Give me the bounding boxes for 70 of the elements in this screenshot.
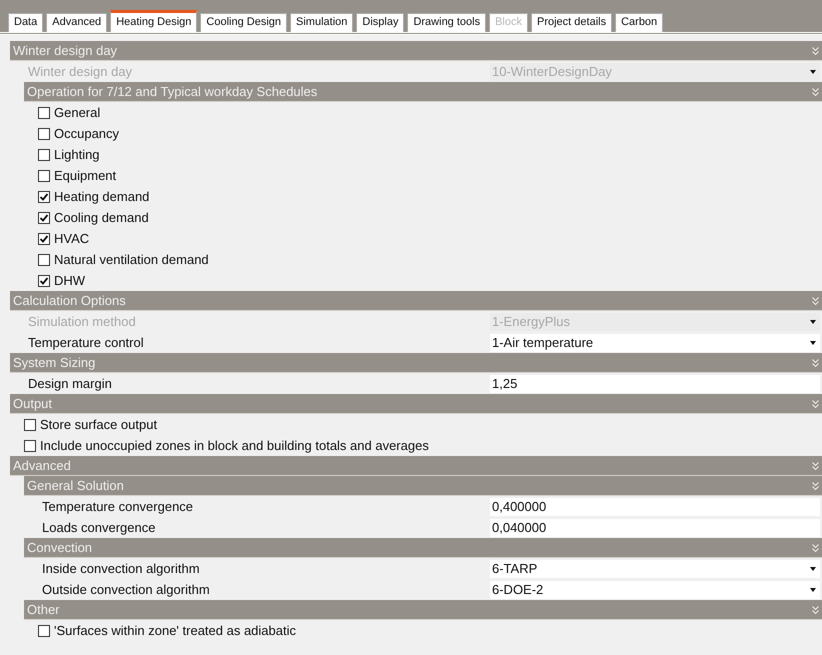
collapse-icon[interactable] — [812, 358, 819, 366]
tab[interactable]: Display — [356, 13, 404, 32]
tab[interactable]: Simulation — [290, 13, 354, 32]
collapse-icon[interactable] — [812, 88, 819, 96]
checkbox[interactable] — [38, 190, 50, 202]
checkbox[interactable] — [24, 418, 36, 430]
dropdown-field[interactable]: 1-Air temperature — [490, 334, 820, 352]
collapse-icon[interactable] — [812, 400, 819, 408]
dropdown-caret-icon[interactable] — [810, 320, 816, 324]
checkbox[interactable] — [38, 232, 50, 244]
tab[interactable]: Cooling Design — [200, 13, 288, 32]
input-field[interactable]: 0,400000 — [490, 498, 820, 516]
checkbox-option[interactable]: HVAC — [38, 228, 90, 248]
input-field[interactable]: 0,040000 — [490, 518, 820, 536]
checkbox[interactable] — [24, 440, 36, 452]
checkbox-option[interactable]: Equipment — [38, 166, 116, 186]
tab[interactable]: Project details — [531, 13, 612, 32]
section-title: Operation for 7/12 and Typical workday Schedules — [27, 83, 318, 101]
field-label: Temperature control — [28, 334, 145, 352]
field-label: Design margin — [28, 374, 113, 393]
collapse-icon[interactable] — [812, 46, 819, 54]
section-title: Other — [27, 601, 60, 619]
checkbox[interactable] — [38, 624, 50, 636]
dropdown-caret-icon[interactable] — [810, 588, 816, 592]
checkbox[interactable] — [38, 274, 50, 286]
checkbox-option[interactable]: Heating demand — [38, 186, 150, 206]
checkbox[interactable] — [38, 106, 50, 118]
checkbox-option[interactable]: Natural ventilation demand — [38, 250, 209, 270]
checkbox-option[interactable]: Include unoccupied zones in block and building totals and averages — [24, 436, 429, 456]
section-title: General Solution — [27, 477, 124, 495]
tab[interactable]: Drawing tools — [407, 13, 486, 32]
collapse-icon[interactable] — [812, 462, 819, 470]
checkbox-option[interactable]: Occupancy — [38, 124, 120, 144]
dropdown-field[interactable]: 6-DOE-2 — [490, 580, 820, 598]
section-title: Winter design day — [13, 42, 118, 60]
tab[interactable]: Heating Design — [110, 10, 198, 32]
dropdown-caret-icon[interactable] — [810, 70, 816, 74]
field-label: Outside convection algorithm — [42, 580, 211, 599]
checkbox-option[interactable]: 'Surfaces within zone' treated as adiabatic — [38, 620, 296, 640]
section-title: Advanced — [13, 457, 71, 475]
tab[interactable]: Carbon — [615, 13, 664, 32]
field-label: Inside convection algorithm — [42, 560, 201, 578]
checkbox[interactable] — [38, 170, 50, 182]
checkbox-option[interactable]: DHW — [38, 270, 86, 290]
checkbox-option[interactable]: Cooling demand — [38, 208, 149, 228]
collapse-icon[interactable] — [812, 296, 819, 304]
section-title: Convection — [27, 539, 92, 557]
section-title: Output — [13, 395, 52, 413]
collapse-icon[interactable] — [812, 606, 819, 614]
collapse-icon[interactable] — [812, 482, 819, 490]
input-field[interactable]: 1,25 — [490, 374, 820, 392]
dropdown-field[interactable]: 6-TARP — [490, 560, 820, 578]
tab[interactable]: Data — [8, 13, 44, 32]
dropdown-caret-icon[interactable] — [810, 566, 816, 570]
field-label: Simulation method — [28, 312, 137, 331]
section-title: System Sizing — [13, 354, 96, 372]
checkbox-option[interactable]: General — [38, 102, 100, 122]
tab[interactable]: Advanced — [46, 13, 108, 32]
checkbox[interactable] — [38, 148, 50, 160]
checkbox-option[interactable]: Store surface output — [24, 414, 158, 434]
section-title: Calculation Options — [13, 292, 126, 310]
checkbox[interactable] — [38, 128, 50, 140]
checkbox-option[interactable]: Lighting — [38, 144, 100, 164]
field-label: Temperature convergence — [42, 498, 194, 516]
checkbox[interactable] — [38, 254, 50, 266]
collapse-icon[interactable] — [812, 544, 819, 552]
field-label: Loads convergence — [42, 518, 156, 537]
checkbox[interactable] — [38, 212, 50, 224]
field-label: Winter design day — [28, 62, 134, 81]
dropdown-caret-icon[interactable] — [810, 340, 816, 344]
